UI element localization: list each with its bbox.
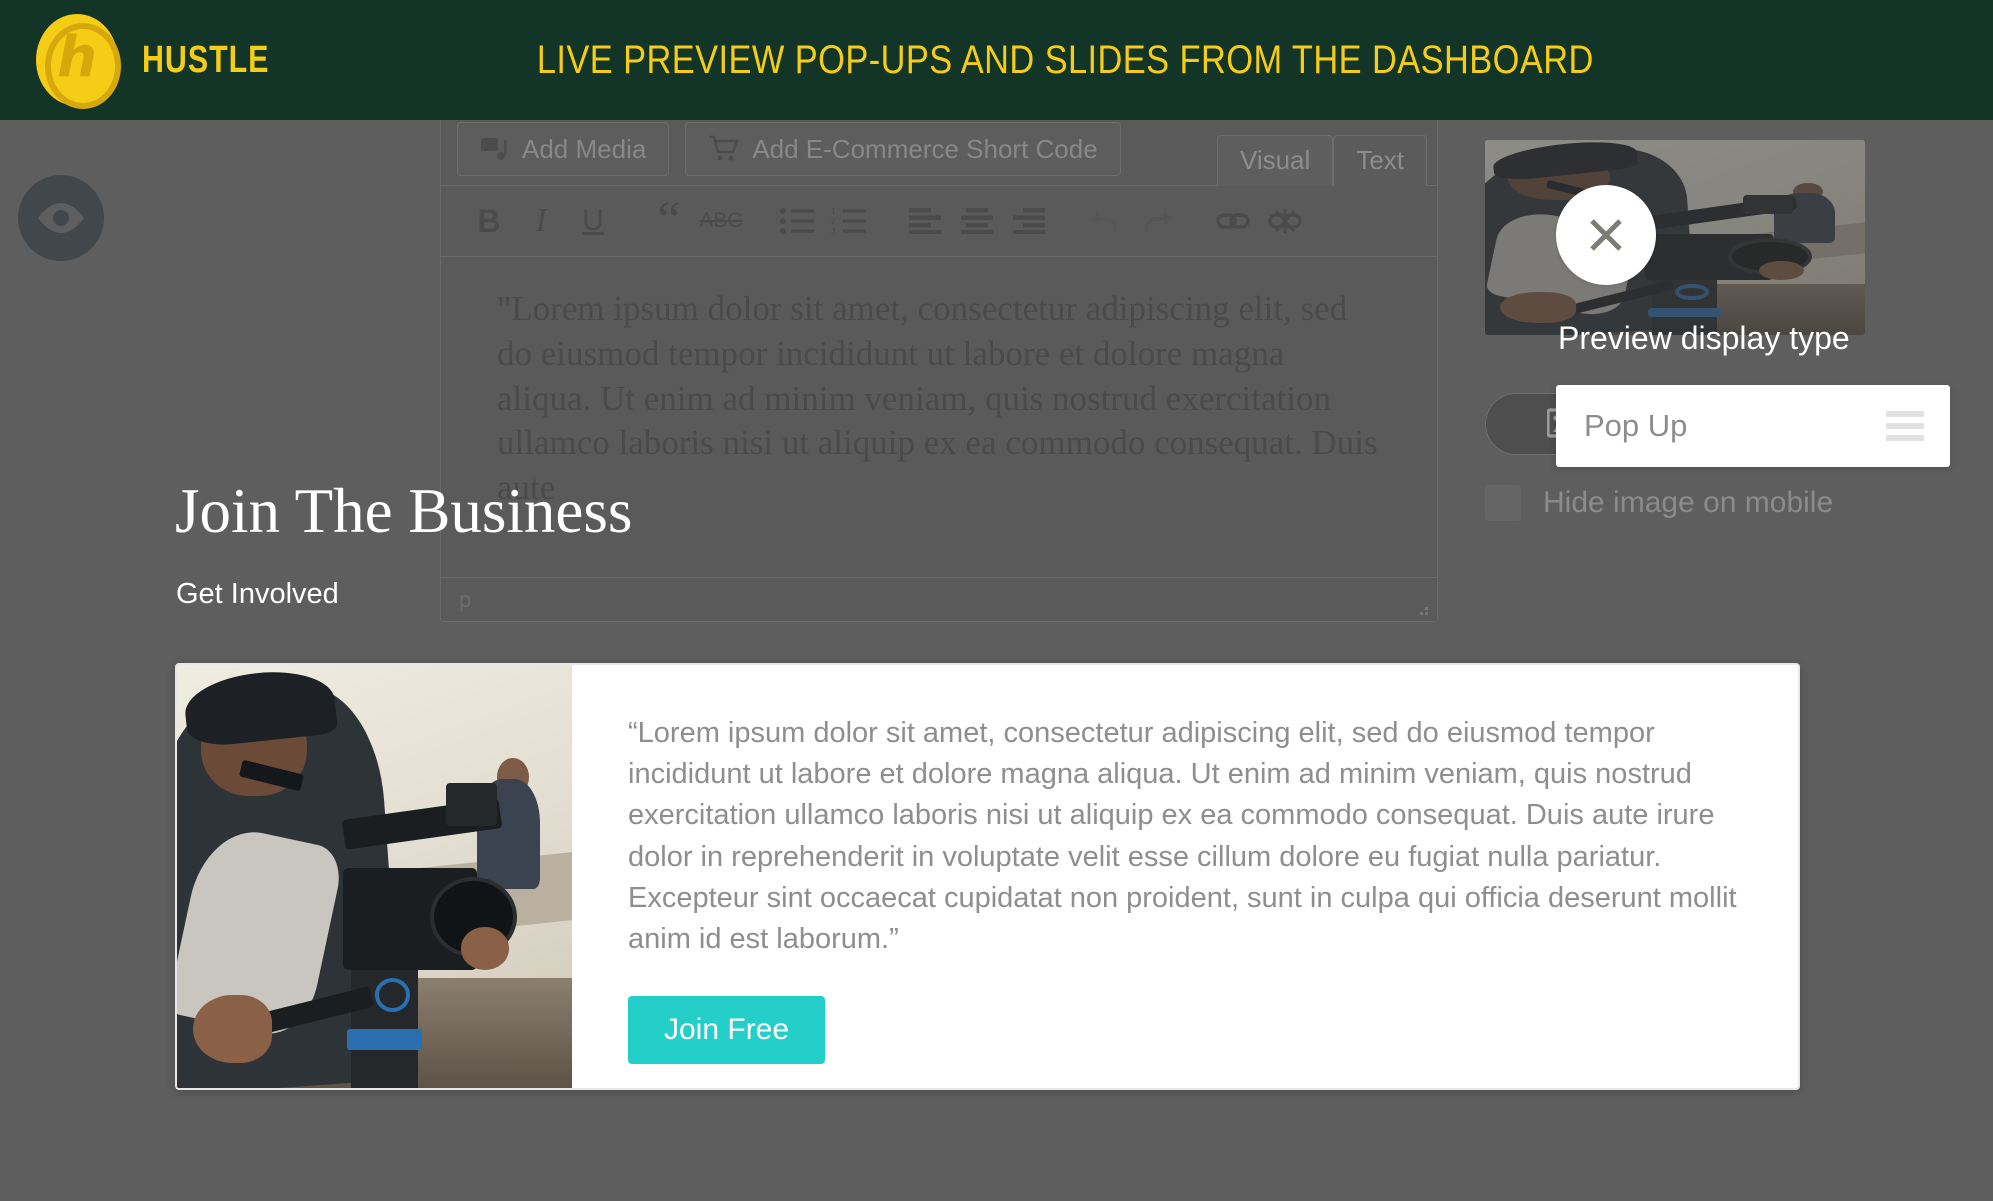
- align-center-button[interactable]: [951, 195, 1003, 247]
- coin-glyph: h: [57, 25, 97, 90]
- close-icon: [1590, 219, 1622, 251]
- svg-text:3: 3: [831, 227, 836, 234]
- popup-body-text: “Lorem ipsum dolor sit amet, consectetur…: [628, 717, 1737, 955]
- banner-title: LIVE PREVIEW POP-UPS AND SLIDES FROM THE…: [140, 38, 1854, 83]
- screen: h HUSTLE LIVE PREVIEW POP-UPS AND SLIDES…: [0, 0, 1993, 1201]
- insert-link-button[interactable]: [1207, 195, 1259, 247]
- hide-image-on-mobile-label: Hide image on mobile: [1543, 486, 1834, 519]
- redo-icon: [1145, 212, 1172, 232]
- banner-title-text: LIVE PREVIEW POP-UPS AND SLIDES FROM THE…: [536, 37, 1594, 82]
- wp-editor-panel: Add Media Add E-Commerce Short Code Visu…: [440, 120, 1438, 622]
- editor-path-indicator[interactable]: p: [459, 587, 471, 613]
- hamburger-icon: [1886, 411, 1924, 441]
- preview-display-type-value: Pop Up: [1584, 408, 1688, 443]
- align-center-icon: [961, 208, 993, 234]
- top-banner: h HUSTLE LIVE PREVIEW POP-UPS AND SLIDES…: [0, 0, 1993, 120]
- italic-button[interactable]: I: [515, 195, 567, 247]
- popup-preview-card: “Lorem ipsum dolor sit amet, consectetur…: [175, 663, 1800, 1090]
- bulleted-list-icon: [780, 208, 814, 234]
- preview-display-type-label: Preview display type: [1558, 320, 1850, 356]
- add-media-label: Add Media: [522, 133, 647, 164]
- align-right-icon: [1013, 208, 1045, 234]
- popup-title: Join The Business: [175, 476, 633, 546]
- align-left-button[interactable]: [899, 195, 951, 247]
- numbered-list-icon: 1 2 3: [831, 208, 866, 234]
- sidebar-image-thumbnail[interactable]: [1485, 140, 1865, 335]
- underline-button[interactable]: U: [567, 195, 619, 247]
- blockquote-button[interactable]: “: [643, 195, 695, 247]
- cart-icon: [709, 135, 740, 161]
- editor-topbar: Add Media Add E-Commerce Short Code Visu…: [441, 120, 1437, 186]
- add-ecommerce-shortcode-button[interactable]: Add E-Commerce Short Code: [685, 122, 1121, 176]
- unlink-icon: [1268, 209, 1302, 233]
- add-media-button[interactable]: Add Media: [457, 122, 670, 176]
- undo-icon: [1090, 212, 1117, 232]
- hide-image-on-mobile-row[interactable]: Hide image on mobile: [1485, 485, 1865, 521]
- strikethrough-button[interactable]: ABC: [695, 195, 747, 247]
- bulleted-list-button[interactable]: [771, 195, 823, 247]
- join-free-button[interactable]: Join Free: [628, 996, 826, 1065]
- popup-card-body: “Lorem ipsum dolor sit amet, consectetur…: [572, 665, 1798, 1088]
- preview-toggle-button[interactable]: [18, 175, 104, 261]
- preview-display-type-select[interactable]: Pop Up: [1556, 385, 1950, 467]
- undo-button[interactable]: [1079, 195, 1131, 247]
- editor-statusbar: p: [441, 577, 1437, 621]
- link-icon: [1216, 213, 1250, 229]
- popup-subtitle: Get Involved: [176, 578, 339, 610]
- add-ecommerce-shortcode-label: Add E-Commerce Short Code: [752, 133, 1098, 164]
- svg-text:1: 1: [831, 208, 836, 216]
- align-right-button[interactable]: [1003, 195, 1055, 247]
- numbered-list-button[interactable]: 1 2 3: [823, 195, 875, 247]
- svg-text:2: 2: [831, 217, 836, 226]
- hide-image-on-mobile-checkbox[interactable]: [1485, 485, 1521, 521]
- align-left-icon: [909, 208, 941, 234]
- redo-button[interactable]: [1131, 195, 1183, 247]
- resize-grip-icon[interactable]: [1413, 600, 1429, 616]
- eye-icon: [38, 203, 84, 233]
- close-preview-button[interactable]: [1556, 185, 1656, 285]
- media-icon: [481, 138, 507, 160]
- popup-photo: [177, 665, 572, 1088]
- tab-visual[interactable]: Visual: [1216, 135, 1334, 186]
- remove-link-button[interactable]: [1259, 195, 1311, 247]
- format-toolbar: B I U “ ABC 1 2 3: [441, 185, 1437, 257]
- popup-image: [177, 665, 572, 1088]
- editor-mode-tabs: Visual Text: [1216, 135, 1427, 186]
- hustle-coin-logo-icon: h: [36, 14, 121, 109]
- bold-button[interactable]: B: [463, 195, 515, 247]
- tab-text[interactable]: Text: [1333, 135, 1427, 186]
